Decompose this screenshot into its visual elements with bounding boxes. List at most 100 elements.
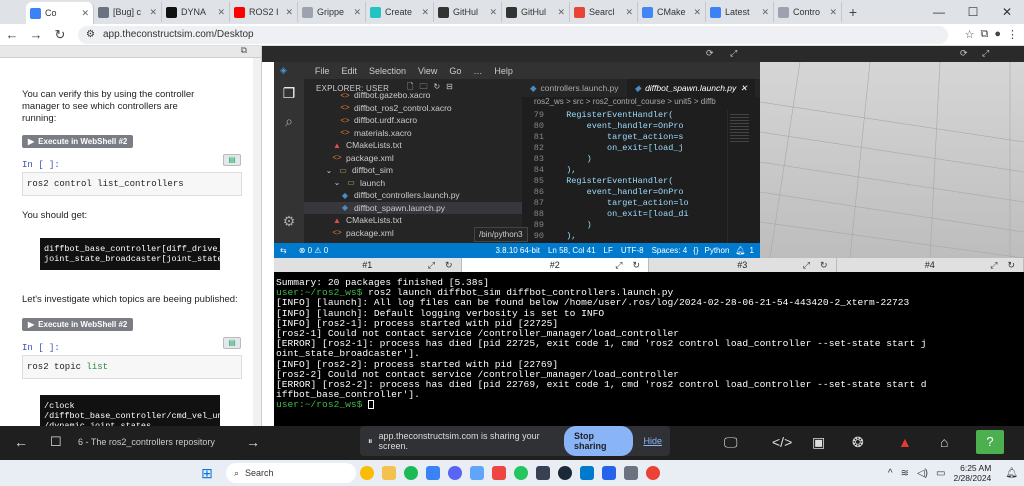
back-icon[interactable]: ← xyxy=(0,27,24,42)
status-notification-count[interactable]: 1 xyxy=(748,246,760,255)
tree-file[interactable]: <> diffbot.urdf.xacro xyxy=(304,114,522,127)
explorer-icon[interactable]: ❐ xyxy=(274,79,304,107)
prev-arrow-icon[interactable]: ← xyxy=(14,434,28,450)
close-tab-icon[interactable]: ✕ xyxy=(829,7,837,18)
panel-refresh-icon[interactable]: ⟳ xyxy=(706,48,714,59)
new-tab-button[interactable]: + xyxy=(842,4,864,20)
file-explorer-icon[interactable] xyxy=(378,462,400,484)
forward-icon[interactable]: → xyxy=(24,27,48,42)
gazebo-viewport[interactable] xyxy=(760,62,1024,258)
gazebo-icon[interactable]: ▣ xyxy=(812,434,825,451)
browser-tab[interactable]: GitHul ✕ xyxy=(434,2,502,22)
taskbar-search[interactable]: ⌕ Search xyxy=(226,463,356,483)
minimize-icon[interactable]: — xyxy=(922,0,956,24)
menu-more[interactable]: … xyxy=(467,66,488,76)
next-arrow-icon[interactable]: → xyxy=(246,434,260,450)
editor-tab[interactable]: ◆ diffbot_spawn.launch.py ✕ xyxy=(626,79,756,97)
copy-icon[interactable]: ▤ xyxy=(223,337,241,349)
status-remote-icon[interactable]: ⇆ xyxy=(274,246,293,255)
minimap[interactable] xyxy=(727,110,751,243)
status-spaces[interactable]: Spaces: 4 xyxy=(648,246,692,255)
browser-tab[interactable]: CMake ✕ xyxy=(638,2,706,22)
menu-selection[interactable]: Selection xyxy=(363,66,412,76)
close-tab-icon[interactable]: ✕ xyxy=(761,7,769,18)
close-tab-icon[interactable]: ✕ xyxy=(489,7,497,18)
close-tab-icon[interactable]: ✕ xyxy=(353,7,361,18)
home-icon[interactable]: ⌂ xyxy=(940,434,948,450)
profile-avatar[interactable]: ● xyxy=(994,28,1001,41)
expand-icon[interactable]: ⤢ xyxy=(990,260,997,271)
taskbar-clock[interactable]: 6:25 AM 2/28/2024 xyxy=(953,463,997,483)
notebook-scrollbar[interactable] xyxy=(253,58,261,426)
close-tab-icon[interactable]: ✕ xyxy=(217,7,225,18)
desktop-icon[interactable]: 🖵︎ xyxy=(724,434,738,451)
app-icon[interactable] xyxy=(532,462,554,484)
wifi-icon[interactable]: ≋ xyxy=(901,468,909,479)
copy-icon[interactable]: ▤ xyxy=(223,154,241,166)
search-icon[interactable]: ⌕ xyxy=(274,107,304,135)
menu-dots-icon[interactable]: ⋮ xyxy=(1007,28,1018,41)
editor-breadcrumb[interactable]: ros2_ws > src > ros2_control_course > un… xyxy=(522,97,760,110)
status-python-version[interactable]: 3.8.10 64-bit xyxy=(491,246,543,255)
chevron-up-icon[interactable]: ^ xyxy=(888,468,893,479)
close-tab-icon[interactable]: ✕ xyxy=(149,7,157,18)
tree-file[interactable]: ◆ diffbot_spawn.launch.py xyxy=(304,201,522,214)
browser-tab[interactable]: [Bug] c ✕ xyxy=(94,2,162,22)
volume-icon[interactable]: ◁) xyxy=(917,468,928,479)
spotify-icon[interactable] xyxy=(400,462,422,484)
execute-webshell-button[interactable]: ▶ Execute in WebShell #2 xyxy=(22,318,134,331)
vscode-icon[interactable] xyxy=(576,462,598,484)
panel-refresh-icon[interactable]: ⟳ xyxy=(960,48,968,59)
chrome-active-icon[interactable] xyxy=(642,462,664,484)
browser-tab[interactable]: Latest ✕ xyxy=(706,2,774,22)
settings-gear-icon[interactable]: ⚙ xyxy=(274,207,304,235)
close-tab-icon[interactable]: ✕ xyxy=(740,83,747,94)
status-language[interactable]: Python xyxy=(700,246,733,255)
expand-icon[interactable]: ⤢ xyxy=(615,260,622,271)
close-tab-icon[interactable]: ✕ xyxy=(81,8,89,19)
close-tab-icon[interactable]: ✕ xyxy=(285,7,293,18)
close-window-icon[interactable]: ✕ xyxy=(990,0,1024,24)
status-encoding[interactable]: UTF-8 xyxy=(617,246,648,255)
help-icon[interactable]: ? xyxy=(976,430,1004,454)
code-cell[interactable]: ros2 topic list xyxy=(22,355,242,379)
code-area[interactable]: 79 RegisterEventHandler(80 event_handler… xyxy=(522,110,760,243)
report-warning-icon[interactable]: ▲ xyxy=(898,434,912,450)
reload-icon[interactable]: ↻ xyxy=(48,27,72,43)
site-info-icon[interactable]: ⚙ xyxy=(86,29,95,40)
extensions-icon[interactable]: ⧉ xyxy=(980,28,988,41)
url-field[interactable]: ⚙ app.theconstructsim.com/Desktop xyxy=(78,25,948,44)
terminal-tab[interactable]: #2 ⤢ ↻ xyxy=(461,258,649,272)
external-link-icon[interactable]: ⧉ xyxy=(241,46,247,56)
panel-expand-icon[interactable]: ⤢ xyxy=(982,48,989,59)
notification-icon[interactable]: 🔔︎ xyxy=(1005,468,1024,479)
store-icon[interactable] xyxy=(422,462,444,484)
terminal-tab[interactable]: #3 ⤢ ↻ xyxy=(649,258,837,272)
app-icon[interactable] xyxy=(598,462,620,484)
browser-tab[interactable]: Co ✕ xyxy=(26,2,94,24)
app-icon[interactable] xyxy=(510,462,532,484)
ai-assistant-icon[interactable]: ❂ xyxy=(852,434,864,451)
close-tab-icon[interactable]: ✕ xyxy=(625,7,633,18)
app-icon[interactable] xyxy=(466,462,488,484)
browser-tab[interactable]: Grippe ✕ xyxy=(298,2,366,22)
refresh-icon[interactable]: ↻ xyxy=(632,260,640,271)
close-tab-icon[interactable]: ✕ xyxy=(693,7,701,18)
bookmark-star-icon[interactable]: ☆ xyxy=(965,28,975,41)
refresh-icon[interactable]: ↻ xyxy=(1007,260,1015,271)
close-tab-icon[interactable]: ✕ xyxy=(421,7,429,18)
tree-file[interactable]: <> package.xml xyxy=(304,152,522,165)
stop-sharing-button[interactable]: Stop sharing xyxy=(564,426,634,456)
hide-link[interactable]: Hide xyxy=(643,436,662,446)
refresh-icon[interactable]: ↻ xyxy=(445,260,453,271)
bell-icon[interactable]: 🔔︎ xyxy=(733,246,747,255)
status-eol[interactable]: LF xyxy=(600,246,617,255)
discord-icon[interactable] xyxy=(444,462,466,484)
terminal-tab[interactable]: #4 ⤢ ↻ xyxy=(837,258,1024,272)
app-icon[interactable] xyxy=(620,462,642,484)
chrome-icon[interactable] xyxy=(356,462,378,484)
status-problems[interactable]: ⊗ 0 ⚠ 0 xyxy=(293,246,334,255)
menu-edit[interactable]: Edit xyxy=(335,66,363,76)
browser-tab[interactable]: GitHul ✕ xyxy=(502,2,570,22)
browser-tab[interactable]: DYNA ✕ xyxy=(162,2,230,22)
